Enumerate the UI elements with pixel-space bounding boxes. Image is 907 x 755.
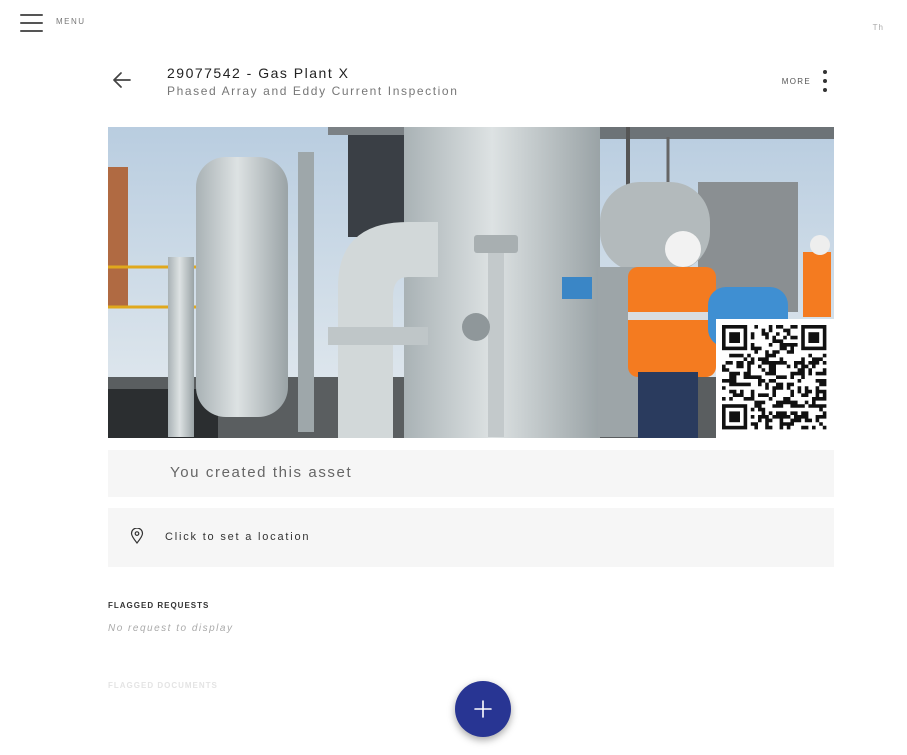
menu-label: MENU [56, 17, 86, 26]
user-label[interactable]: Th [873, 23, 884, 32]
menu-button[interactable]: MENU [20, 14, 86, 32]
flagged-requests-empty: No request to display [108, 623, 234, 634]
asset-subtitle: Phased Array and Eddy Current Inspection [167, 84, 459, 98]
flagged-requests-title: FLAGGED REQUESTS [108, 601, 210, 610]
created-info-panel: You created this asset [108, 450, 834, 497]
location-text: Click to set a location [165, 531, 311, 543]
back-button[interactable] [110, 68, 134, 92]
arrow-left-icon [113, 72, 131, 88]
asset-title: 29077542 - Gas Plant X [167, 65, 350, 81]
map-pin-icon [130, 528, 144, 544]
plus-icon [474, 700, 492, 718]
created-text: You created this asset [170, 464, 353, 481]
flagged-documents-title: FLAGGED DOCUMENTS [108, 681, 218, 690]
qr-code [716, 319, 834, 438]
set-location-button[interactable]: Click to set a location [108, 508, 834, 567]
add-fab-button[interactable] [455, 681, 511, 737]
more-label: MORE [781, 76, 811, 86]
more-vertical-icon [823, 70, 827, 92]
hamburger-icon [20, 14, 43, 32]
more-button[interactable]: MORE [782, 70, 827, 92]
